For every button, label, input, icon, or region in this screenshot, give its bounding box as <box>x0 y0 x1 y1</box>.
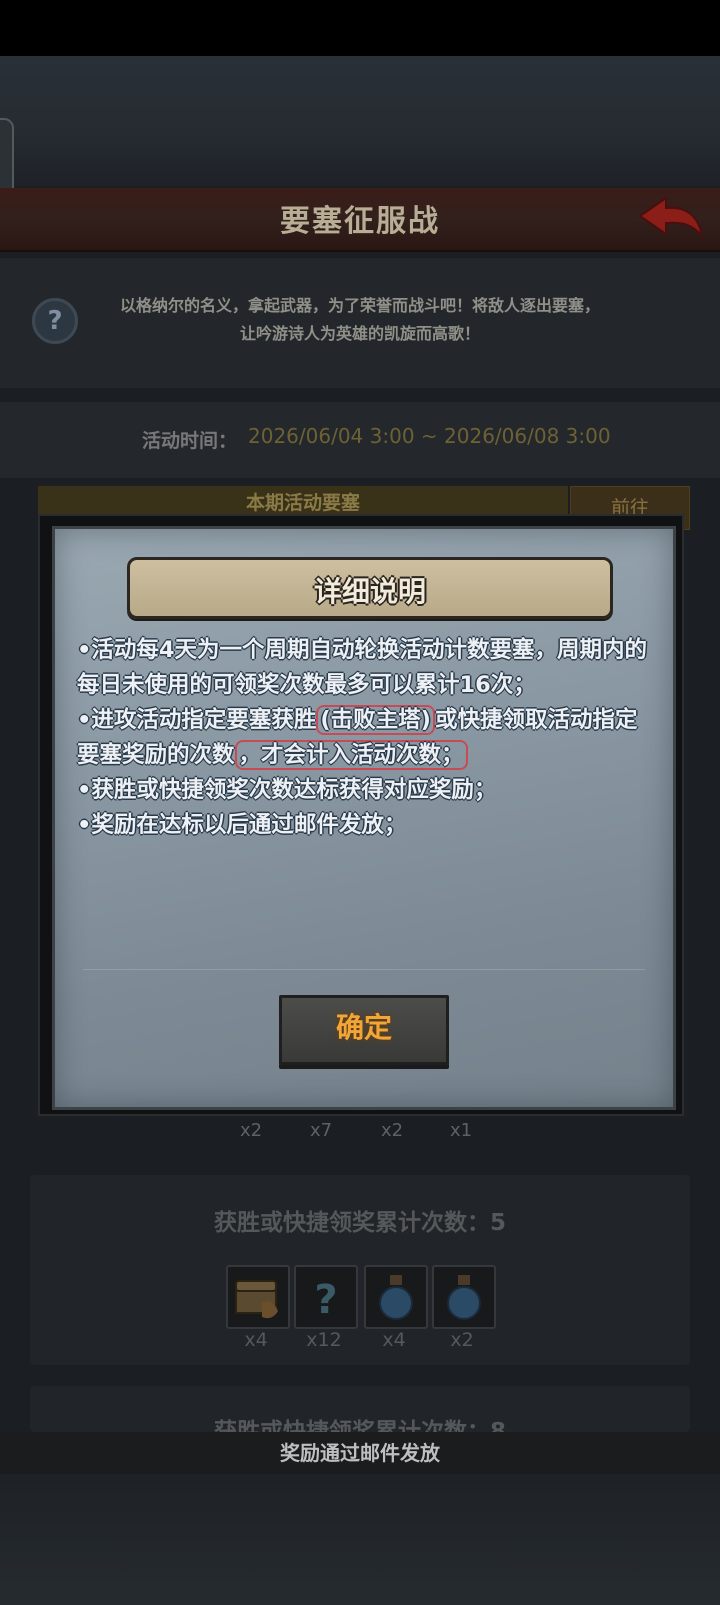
rule-2: •进攻活动指定要塞获胜 (击败主塔) 或快捷领取活动指定要塞奖励的次数 ，才会计入活动… <box>77 703 657 773</box>
page-title: 要塞征服战 <box>280 204 440 239</box>
treasure-chest-icon <box>235 1280 278 1319</box>
back-arrow-icon[interactable] <box>636 194 706 244</box>
reward-item-slot[interactable] <box>364 1265 428 1329</box>
title-banner: 要塞征服战 <box>0 188 720 252</box>
rule-3: •获胜或快捷领奖次数达标获得对应奖励； <box>77 777 497 803</box>
tier1-count-3: x2 <box>381 1120 404 1141</box>
reward-item-slot[interactable] <box>432 1265 496 1329</box>
blue-potion-icon <box>447 1275 481 1320</box>
reward-item-count: x4 <box>382 1329 406 1351</box>
activity-time-value: 2026/06/04 3:00 ~ 2026/06/08 3:00 <box>248 424 611 448</box>
rule-2-part-a: •进攻活动指定要塞获胜 <box>77 707 317 733</box>
tier1-count-4: x1 <box>450 1120 473 1141</box>
reward-title: 获胜或快捷领奖累计次数：5 <box>213 1210 506 1236</box>
bottom-background <box>0 1474 720 1605</box>
intro-line-2: 让吟游诗人为英雄的凯旋而高歌！ <box>239 324 480 343</box>
svg-text:?: ? <box>314 1277 337 1323</box>
footer-notice: 奖励通过邮件发放 <box>0 1432 720 1474</box>
rule-1: •活动每4天为一个周期自动轮换活动计数要塞，周期内的每日未使用的可领奖次数最多可… <box>77 637 648 698</box>
tier1-count-2: x7 <box>310 1120 333 1141</box>
highlight-count-activity: ，才会计入活动次数； <box>234 740 468 770</box>
rule-4: •奖励在达标以后通过邮件发放； <box>77 812 407 838</box>
modal-body: •活动每4天为一个周期自动轮换活动计数要塞，周期内的每日未使用的可领奖次数最多可… <box>77 633 657 843</box>
blue-potion-icon <box>379 1275 413 1320</box>
intro-panel: ? 以格纳尔的名义，拿起武器，为了荣誉而战斗吧！将敌人逐出要塞， 让吟游诗人为英… <box>0 258 720 388</box>
help-icon[interactable]: ? <box>32 298 78 344</box>
question-mark-icon: ? <box>314 1277 337 1323</box>
tier1-count-1: x2 <box>240 1120 263 1141</box>
intro-text: 以格纳尔的名义，拿起武器，为了荣誉而战斗吧！将敌人逐出要塞， 让吟游诗人为英雄的… <box>90 292 630 348</box>
highlight-defeat-main-tower: (击败主塔) <box>316 705 435 735</box>
intro-line-1: 以格纳尔的名义，拿起武器，为了荣誉而战斗吧！将敌人逐出要塞， <box>119 296 600 315</box>
top-background <box>0 56 720 232</box>
status-bar <box>0 0 720 56</box>
modal-title-scroll: 详细说明 <box>127 557 613 619</box>
modal-panel: 详细说明 •活动每4天为一个周期自动轮换活动计数要塞，周期内的每日未使用的可领奖… <box>52 526 676 1110</box>
reward-item-slot[interactable] <box>226 1265 290 1329</box>
reward-title: 获胜或快捷领奖累计次数：8 <box>213 1419 506 1432</box>
activity-time-label: 活动时间： <box>142 430 238 452</box>
activity-time-row: 活动时间： 2026/06/04 3:00 ~ 2026/06/08 3:00 <box>0 402 720 478</box>
reward-item-slot[interactable]: ? <box>294 1265 358 1329</box>
divider <box>83 969 645 970</box>
reward-item-count: x12 <box>306 1329 342 1351</box>
reward-item-count: x4 <box>244 1329 268 1351</box>
confirm-button[interactable]: 确定 <box>279 995 449 1065</box>
reward-item-count: x2 <box>450 1329 474 1351</box>
reward-card: 获胜或快捷领奖累计次数：5 ? x4 x12 x4 x2 <box>30 1175 690 1365</box>
detail-modal: 详细说明 •活动每4天为一个周期自动轮换活动计数要塞，周期内的每日未使用的可领奖… <box>38 514 684 1116</box>
reward-card: 获胜或快捷领奖累计次数：8 <box>30 1386 690 1432</box>
modal-title: 详细说明 <box>313 575 426 608</box>
